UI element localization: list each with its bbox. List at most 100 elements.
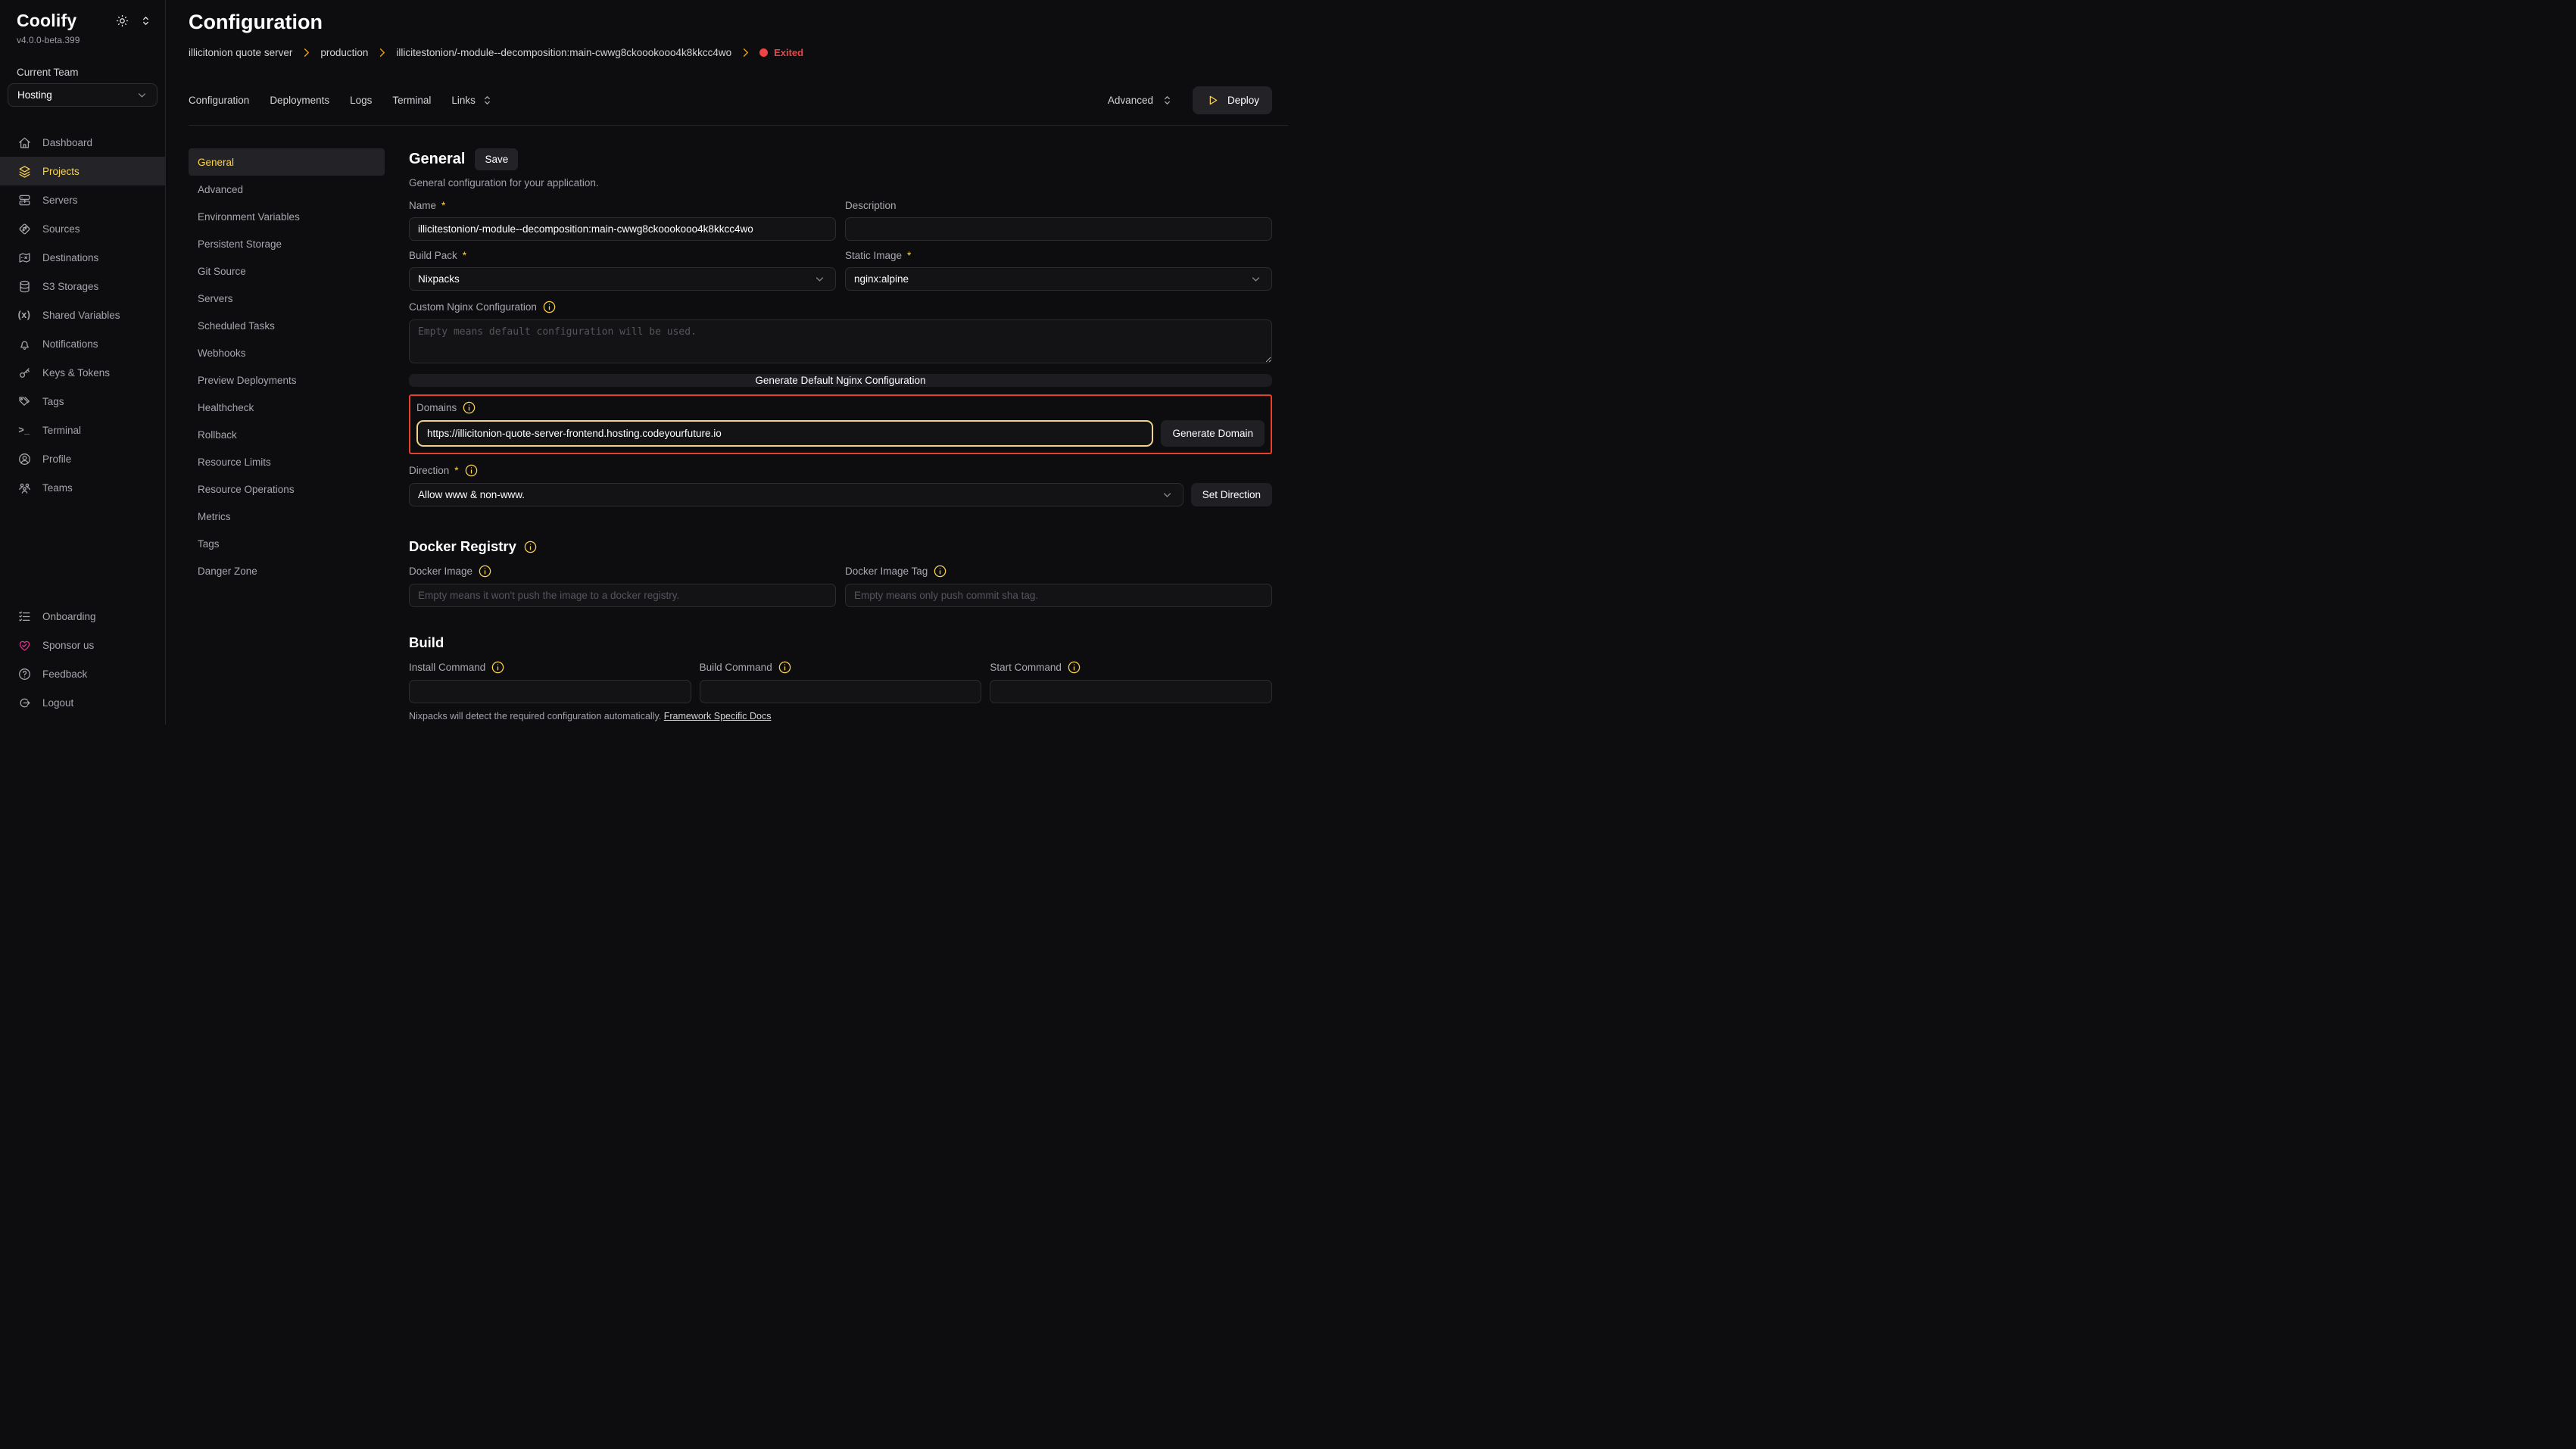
nixpacks-note: Nixpacks will detect the required config… xyxy=(409,711,1272,721)
sidebar-item-sources[interactable]: Sources xyxy=(0,214,165,243)
advanced-menu[interactable]: Advanced xyxy=(1108,93,1174,108)
subnav-item-tags[interactable]: Tags xyxy=(189,530,385,557)
tab-configuration[interactable]: Configuration xyxy=(189,95,249,106)
info-icon[interactable] xyxy=(462,400,476,415)
tab-logs[interactable]: Logs xyxy=(350,95,372,106)
sidebar-item-label: Projects xyxy=(42,166,80,177)
info-icon[interactable] xyxy=(523,540,538,554)
name-label: Name* xyxy=(409,200,836,212)
tab-links[interactable]: Links xyxy=(451,93,494,108)
sidebar-item-profile[interactable]: Profile xyxy=(0,444,165,473)
nginx-config-textarea[interactable] xyxy=(409,319,1272,363)
breadcrumb-item[interactable]: illicitonion quote server xyxy=(189,47,292,58)
docker-image-tag-input[interactable] xyxy=(845,584,1272,607)
sidebar-item-keys-tokens[interactable]: Keys & Tokens xyxy=(0,358,165,387)
info-icon[interactable] xyxy=(464,463,479,478)
tag-icon xyxy=(17,394,32,409)
info-icon[interactable] xyxy=(1067,660,1081,675)
name-input[interactable] xyxy=(409,217,836,241)
current-team-label: Current Team xyxy=(0,45,165,83)
terminal-icon: >_ xyxy=(17,422,32,438)
sidebar-footer: OnboardingSponsor us Feedback Logout xyxy=(0,602,165,718)
team-select-value: Hosting xyxy=(17,89,52,101)
sidebar-item-label: Logout xyxy=(42,697,73,709)
subnav-item-preview-deployments[interactable]: Preview Deployments xyxy=(189,366,385,394)
theme-toggle-sun-icon[interactable] xyxy=(115,14,129,28)
sidebar-item-destinations[interactable]: Destinations xyxy=(0,243,165,272)
team-select[interactable]: Hosting xyxy=(8,83,157,107)
tab-label: Configuration xyxy=(189,95,249,106)
sidebar-item-s3-storages[interactable]: S3 Storages xyxy=(0,272,165,301)
generate-nginx-button[interactable]: Generate Default Nginx Configuration xyxy=(409,374,1272,387)
sidebar-item-label: S3 Storages xyxy=(42,281,98,292)
set-direction-button[interactable]: Set Direction xyxy=(1191,483,1272,506)
info-icon[interactable] xyxy=(478,564,492,578)
info-icon[interactable] xyxy=(933,564,947,578)
config-subnav: GeneralAdvancedEnvironment VariablesPers… xyxy=(189,148,385,724)
docker-image-input[interactable] xyxy=(409,584,836,607)
info-icon[interactable] xyxy=(778,660,792,675)
subnav-item-danger-zone[interactable]: Danger Zone xyxy=(189,557,385,584)
subnav-item-rollback[interactable]: Rollback xyxy=(189,421,385,448)
tab-terminal[interactable]: Terminal xyxy=(392,95,431,106)
sidebar-item-notifications[interactable]: Notifications xyxy=(0,329,165,358)
sidebar-item-teams[interactable]: Teams xyxy=(0,473,165,502)
sidebar-item-logout[interactable]: Logout xyxy=(0,688,165,717)
subnav-item-scheduled-tasks[interactable]: Scheduled Tasks xyxy=(189,312,385,339)
subnav-item-healthcheck[interactable]: Healthcheck xyxy=(189,394,385,421)
docker-image-tag-label: Docker Image Tag xyxy=(845,564,1272,578)
sidebar-item-shared-variables[interactable]: (x)Shared Variables xyxy=(0,301,165,329)
subnav-item-persistent-storage[interactable]: Persistent Storage xyxy=(189,230,385,257)
save-button[interactable]: Save xyxy=(475,148,518,170)
description-input[interactable] xyxy=(845,217,1272,241)
sidebar-item-terminal[interactable]: >_Terminal xyxy=(0,416,165,444)
subnav-item-advanced[interactable]: Advanced xyxy=(189,176,385,203)
start-command-input[interactable] xyxy=(990,680,1272,703)
source-icon xyxy=(17,221,32,236)
tab-label: Logs xyxy=(350,95,372,106)
domains-input[interactable] xyxy=(416,420,1153,447)
static-image-select[interactable]: nginx:alpine xyxy=(845,267,1272,291)
sidebar-item-feedback[interactable]: Feedback xyxy=(0,659,165,688)
info-icon[interactable] xyxy=(542,300,557,314)
subnav-item-metrics[interactable]: Metrics xyxy=(189,503,385,530)
build-command-input[interactable] xyxy=(700,680,982,703)
sidebar-item-dashboard[interactable]: Dashboard xyxy=(0,128,165,157)
subnav-item-environment-variables[interactable]: Environment Variables xyxy=(189,203,385,230)
breadcrumb-item[interactable]: production xyxy=(320,47,368,58)
breadcrumb-item[interactable]: illicitestonion/-module--decomposition:m… xyxy=(396,47,731,58)
info-icon[interactable] xyxy=(491,660,505,675)
subnav-item-resource-operations[interactable]: Resource Operations xyxy=(189,475,385,503)
subnav-item-webhooks[interactable]: Webhooks xyxy=(189,339,385,366)
app-logo: Coolify xyxy=(17,11,76,31)
status-text: Exited xyxy=(774,47,803,58)
tab-label: Links xyxy=(451,95,476,106)
sidebar: Coolify v4.0.0-beta.399 Current Team Hos… xyxy=(0,0,166,724)
sidebar-item-label: Notifications xyxy=(42,338,98,350)
subnav-item-resource-limits[interactable]: Resource Limits xyxy=(189,448,385,475)
sidebar-item-label: Feedback xyxy=(42,668,87,680)
subnav-item-servers[interactable]: Servers xyxy=(189,285,385,312)
deploy-button[interactable]: Deploy xyxy=(1193,86,1272,114)
general-form: General Save General configuration for y… xyxy=(409,148,1272,724)
sidebar-item-onboarding[interactable]: Onboarding xyxy=(0,602,165,631)
sidebar-collapse-updown-icon[interactable] xyxy=(139,14,153,28)
build-pack-label: Build Pack* xyxy=(409,250,836,262)
sidebar-item-tags[interactable]: Tags xyxy=(0,387,165,416)
status-dot-icon xyxy=(759,48,768,57)
subnav-item-git-source[interactable]: Git Source xyxy=(189,257,385,285)
sidebar-item-servers[interactable]: Servers xyxy=(0,185,165,214)
sidebar-item-sponsor-us[interactable]: Sponsor us xyxy=(0,631,165,659)
install-command-input[interactable] xyxy=(409,680,691,703)
sidebar-item-label: Destinations xyxy=(42,252,98,263)
play-icon xyxy=(1205,93,1220,108)
tab-deployments[interactable]: Deployments xyxy=(270,95,329,106)
sidebar-item-label: Sources xyxy=(42,223,80,235)
subnav-item-general[interactable]: General xyxy=(189,148,385,176)
direction-select[interactable]: Allow www & non-www. xyxy=(409,483,1184,506)
house-icon xyxy=(17,135,32,150)
build-pack-select[interactable]: Nixpacks xyxy=(409,267,836,291)
generate-domain-button[interactable]: Generate Domain xyxy=(1161,420,1265,447)
framework-docs-link[interactable]: Framework Specific Docs xyxy=(664,711,772,721)
sidebar-item-projects[interactable]: Projects xyxy=(0,157,165,185)
